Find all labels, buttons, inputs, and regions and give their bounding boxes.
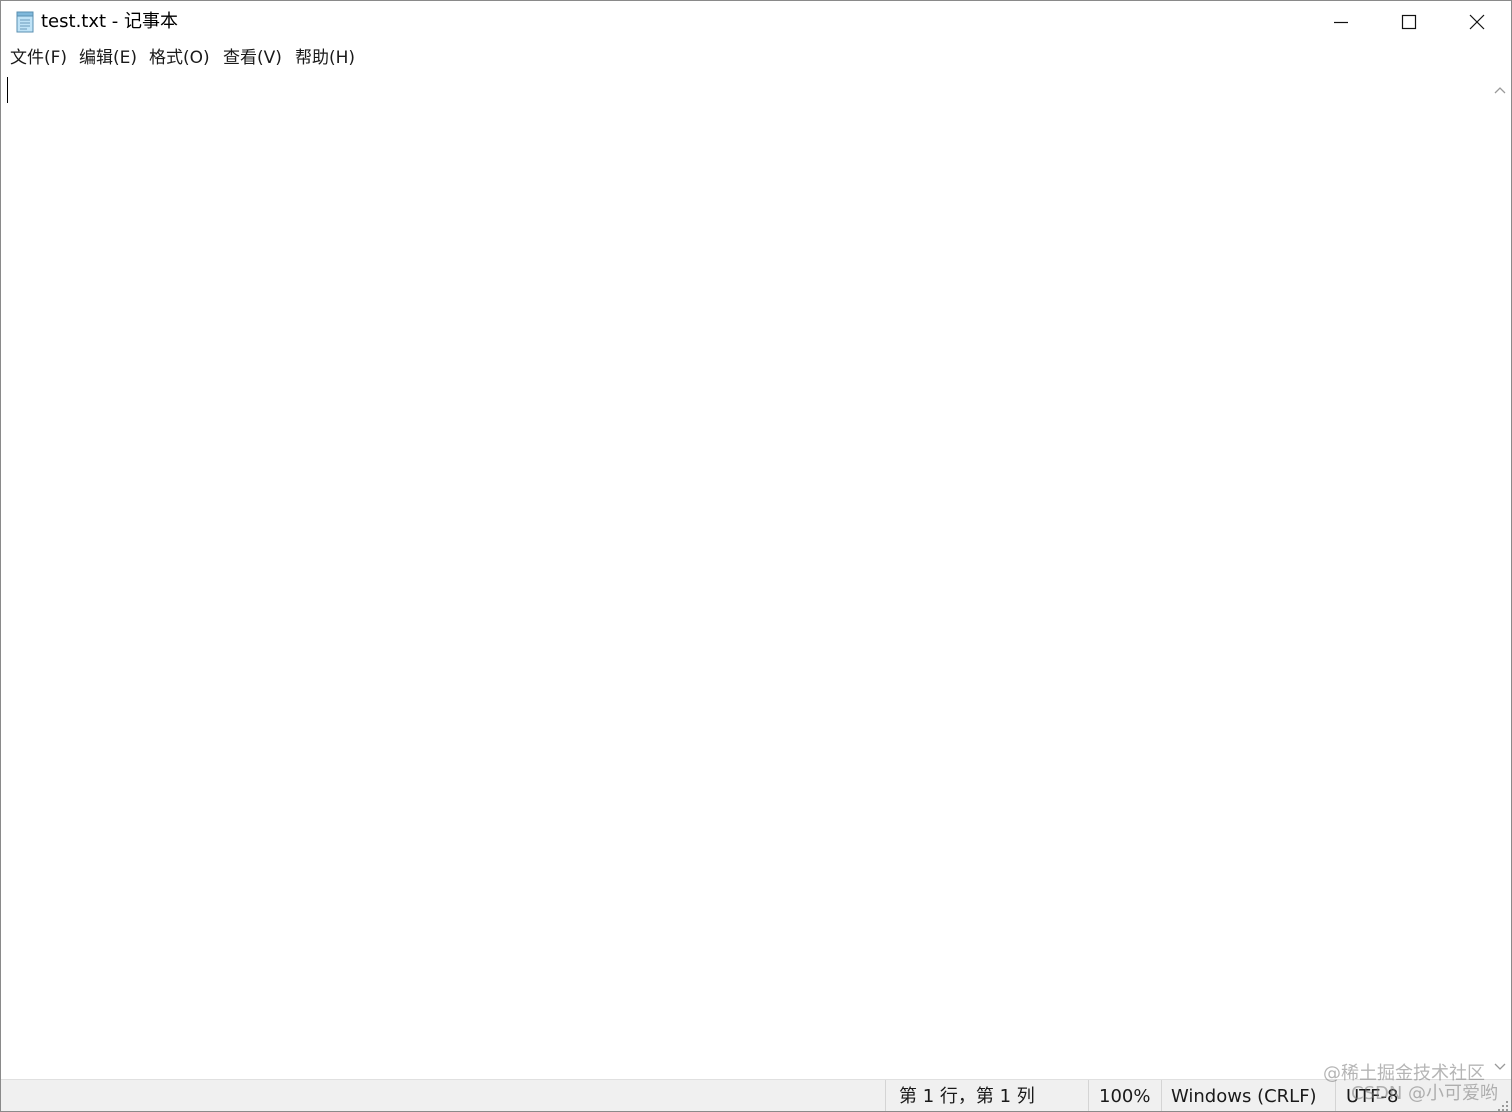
menu-file[interactable]: 文件(F) [10, 46, 67, 70]
scroll-down-icon[interactable] [1493, 1058, 1507, 1070]
minimize-icon [1334, 21, 1348, 24]
minimize-button[interactable] [1307, 1, 1375, 43]
menu-view[interactable]: 查看(V) [223, 46, 282, 70]
status-divider [1161, 1080, 1162, 1111]
text-caret [7, 77, 8, 103]
maximize-button[interactable] [1375, 1, 1443, 43]
text-edit-area[interactable] [1, 73, 1488, 1079]
status-bar: 第 1 行，第 1 列 100% Windows (CRLF) UTF-8 [1, 1079, 1511, 1111]
menu-help[interactable]: 帮助(H) [295, 46, 355, 70]
resize-grip-icon[interactable] [1497, 1097, 1509, 1111]
status-zoom: 100% [1099, 1086, 1151, 1107]
menu-bar: 文件(F) 编辑(E) 格式(O) 查看(V) 帮助(H) [1, 43, 1511, 73]
window-title: test.txt - 记事本 [41, 11, 178, 32]
menu-format[interactable]: 格式(O) [149, 46, 210, 70]
maximize-icon [1401, 14, 1417, 30]
status-divider [1088, 1080, 1089, 1111]
watermark-csdn: CSDN @小可爱哟 [1351, 1083, 1499, 1104]
status-divider [885, 1080, 886, 1111]
title-bar[interactable]: test.txt - 记事本 [1, 1, 1511, 43]
menu-edit[interactable]: 编辑(E) [79, 46, 137, 70]
watermark-juejin: @稀土掘金技术社区 [1323, 1063, 1485, 1084]
close-button[interactable] [1443, 1, 1511, 43]
notepad-icon[interactable] [15, 11, 35, 33]
close-icon [1469, 14, 1485, 30]
scroll-up-icon[interactable] [1493, 81, 1507, 94]
vertical-scrollbar[interactable] [1488, 73, 1511, 1079]
status-cursor-position: 第 1 行，第 1 列 [899, 1086, 1035, 1107]
status-line-ending: Windows (CRLF) [1171, 1086, 1317, 1107]
notepad-window: test.txt - 记事本 文件(F) 编辑(E) 格式(O) 查看(V) 帮… [0, 0, 1512, 1112]
